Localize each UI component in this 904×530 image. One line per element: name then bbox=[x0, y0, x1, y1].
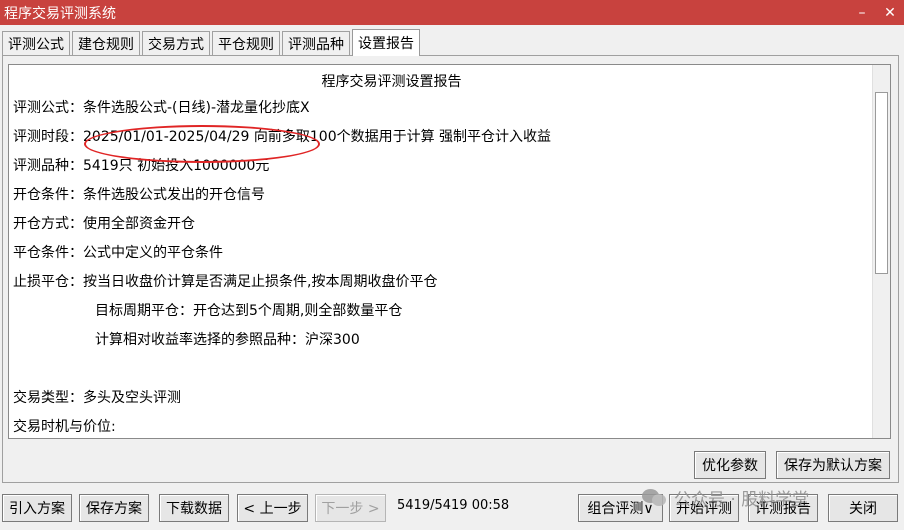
report-content: 程序交易评测设置报告 评测公式：条件选股公式-(日线)-潜龙量化抄底X 评测时段… bbox=[9, 65, 890, 438]
title-bar: 程序交易评测系统 – ✕ bbox=[0, 0, 904, 25]
elapsed-time: 00:58 bbox=[471, 498, 510, 513]
status-readout: 5419/5419 00:58 bbox=[397, 498, 509, 513]
window-controls: – ✕ bbox=[848, 0, 904, 25]
scrollbar-thumb[interactable] bbox=[875, 92, 888, 274]
report-open-method: 开仓方式：使用全部资金开仓 bbox=[13, 216, 195, 232]
save-default-button[interactable]: 保存为默认方案 bbox=[776, 451, 890, 479]
start-eval-button[interactable]: 开始评测 bbox=[669, 494, 739, 522]
report-close-condition: 平仓条件：公式中定义的平仓条件 bbox=[13, 245, 223, 261]
tab-close-rules[interactable]: 平仓规则 bbox=[212, 31, 280, 55]
report-trade-type: 交易类型：多头及空头评测 bbox=[13, 390, 181, 406]
report-textarea[interactable]: 程序交易评测设置报告 评测公式：条件选股公式-(日线)-潜龙量化抄底X 评测时段… bbox=[8, 64, 891, 439]
tab-varieties[interactable]: 评测品种 bbox=[282, 31, 350, 55]
eval-report-button[interactable]: 评测报告 bbox=[748, 494, 818, 522]
report-stop-loss: 止损平仓：按当日收盘价计算是否满足止损条件,按本周期收盘价平仓 bbox=[13, 274, 438, 290]
report-blank-line bbox=[13, 361, 890, 390]
import-plan-button[interactable]: 引入方案 bbox=[2, 494, 72, 522]
tab-bar: 评测公式 建仓规则 交易方式 平仓规则 评测品种 设置报告 bbox=[2, 29, 422, 56]
window-title: 程序交易评测系统 bbox=[4, 5, 116, 22]
report-period: 评测时段：2025/01/01-2025/04/29 向前多取100个数据用于计… bbox=[13, 129, 552, 145]
report-trade-timing: 交易时机与价位: bbox=[13, 419, 116, 435]
close-button[interactable]: 关闭 bbox=[828, 494, 898, 522]
report-open-condition: 开仓条件：条件选股公式发出的开仓信号 bbox=[13, 187, 265, 203]
tab-settings-report[interactable]: 设置报告 bbox=[352, 29, 420, 56]
progress-count: 5419/5419 bbox=[397, 498, 468, 513]
next-step-button[interactable]: 下一步 > bbox=[315, 494, 386, 522]
download-data-button[interactable]: 下载数据 bbox=[159, 494, 229, 522]
report-heading: 程序交易评测设置报告 bbox=[321, 74, 462, 90]
save-plan-button[interactable]: 保存方案 bbox=[79, 494, 149, 522]
close-window-button[interactable]: ✕ bbox=[876, 0, 904, 25]
combo-eval-button[interactable]: 组合评测∨ bbox=[578, 494, 663, 522]
report-target-period: 目标周期平仓：开仓达到5个周期,则全部数量平仓 bbox=[95, 303, 403, 319]
minimize-button[interactable]: – bbox=[848, 0, 876, 25]
report-formula: 评测公式：条件选股公式-(日线)-潜龙量化抄底X bbox=[13, 100, 310, 116]
vertical-scrollbar[interactable] bbox=[872, 65, 890, 438]
report-varieties: 评测品种：5419只 初始投入1000000元 bbox=[13, 158, 270, 174]
tab-open-rules[interactable]: 建仓规则 bbox=[72, 31, 140, 55]
report-benchmark: 计算相对收益率选择的参照品种：沪深300 bbox=[95, 332, 360, 348]
prev-step-button[interactable]: < 上一步 bbox=[237, 494, 308, 522]
tab-trade-method[interactable]: 交易方式 bbox=[142, 31, 210, 55]
optimize-params-button[interactable]: 优化参数 bbox=[694, 451, 766, 479]
tab-formula[interactable]: 评测公式 bbox=[2, 31, 70, 55]
tab-panel: 程序交易评测设置报告 评测公式：条件选股公式-(日线)-潜龙量化抄底X 评测时段… bbox=[2, 55, 899, 483]
